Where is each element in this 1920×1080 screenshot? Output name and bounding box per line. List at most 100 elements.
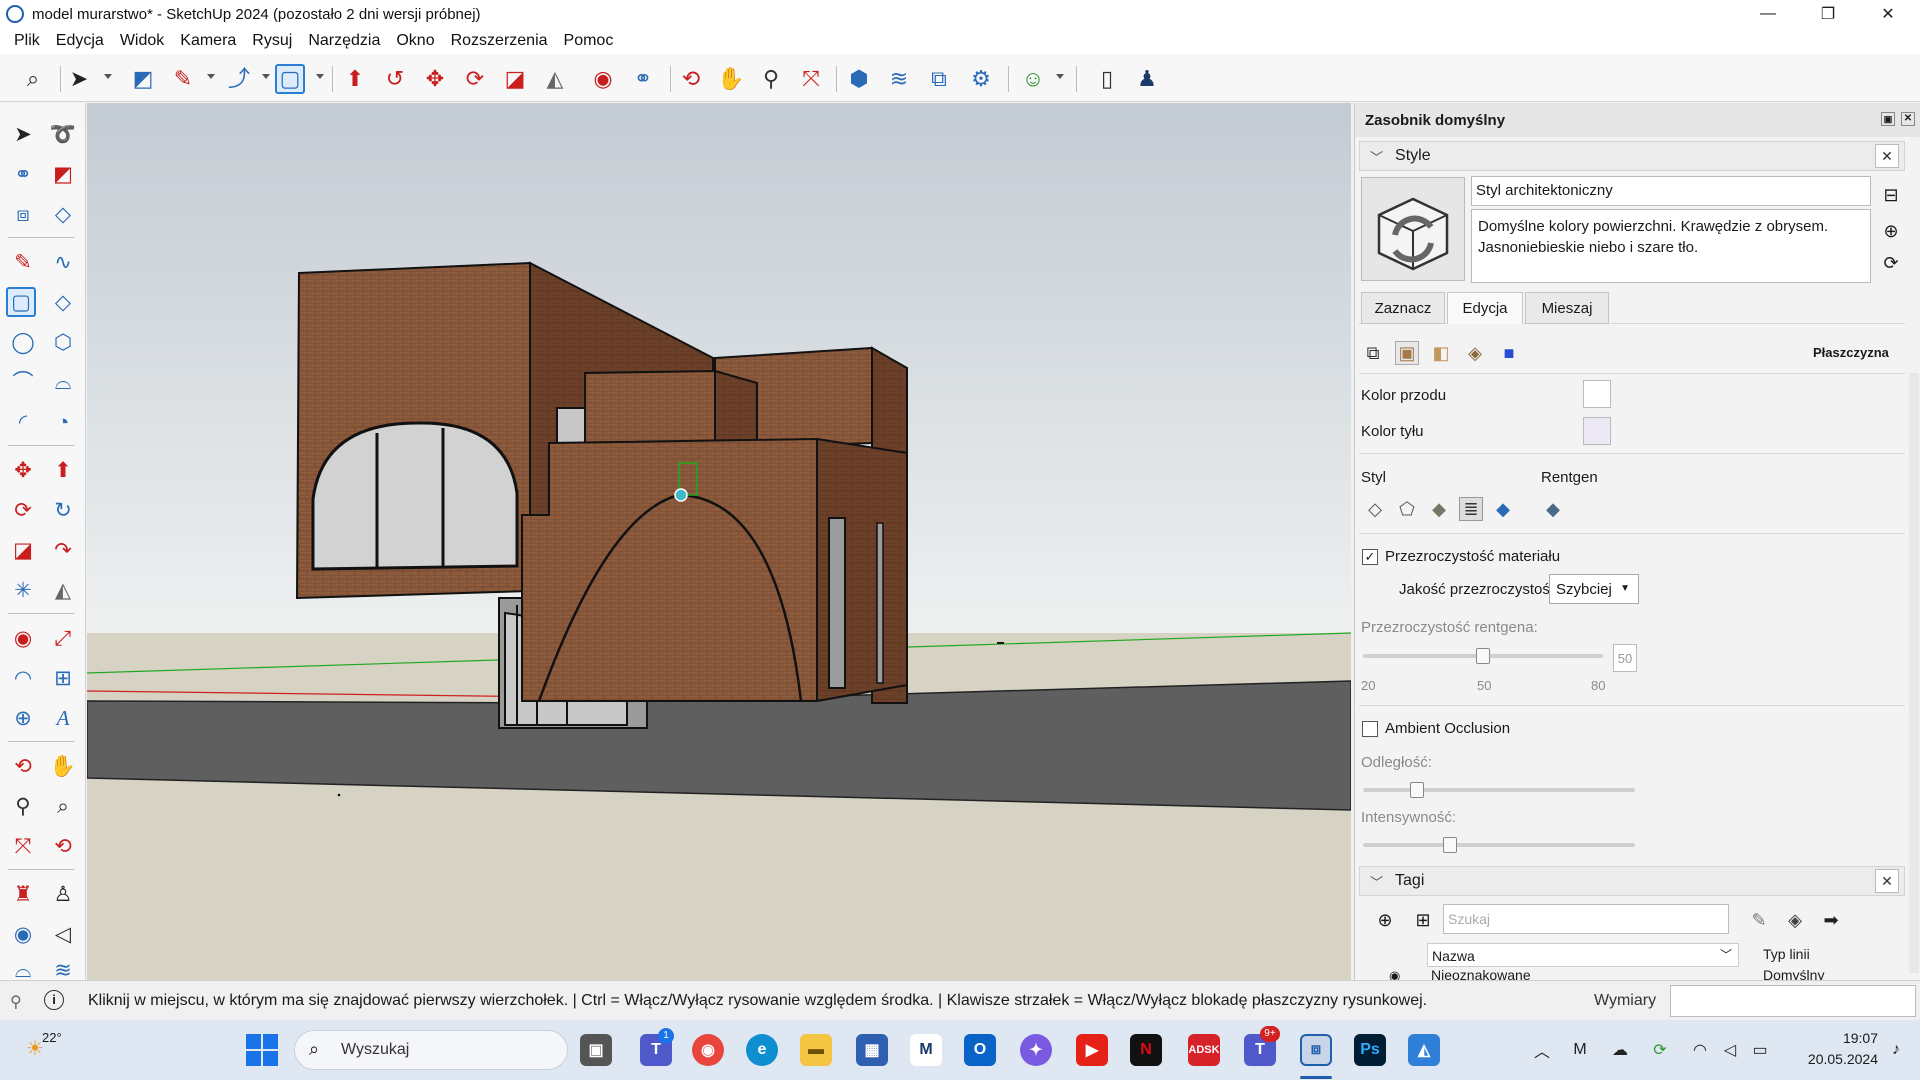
style-name-input[interactable]: Styl architektoniczny (1471, 176, 1871, 206)
section-plane-icon[interactable]: ◁ (48, 919, 78, 949)
layout-icon[interactable]: ⧉ (924, 64, 954, 94)
sync-icon[interactable]: ⟳ (1648, 1038, 1672, 1062)
tray-scrollbar[interactable] (1909, 373, 1919, 973)
arc-tool-icon[interactable]: ⌒ (8, 367, 38, 397)
back-color-swatch[interactable] (1583, 417, 1611, 445)
save-style-icon[interactable]: ⊟ (1879, 183, 1903, 207)
geo-location-icon[interactable]: ⚲ (10, 992, 22, 1012)
pan-hand-icon[interactable]: ✋ (716, 64, 746, 94)
pin-icon[interactable]: ▣ (1881, 112, 1895, 126)
add-user-icon[interactable]: ♟ (1132, 64, 1162, 94)
select-tool-icon[interactable]: ➤ (64, 64, 94, 94)
color-by-tag-icon[interactable]: ◈ (1783, 908, 1807, 932)
photoshop-icon[interactable]: Ps (1354, 1034, 1386, 1066)
orbit-icon[interactable]: ⟲ (8, 751, 38, 781)
monday-icon[interactable]: M (910, 1034, 942, 1066)
minimize-button[interactable]: — (1740, 0, 1796, 28)
push-pull-icon[interactable]: ⬆ (340, 64, 370, 94)
three-point-arc-icon[interactable]: ◜ (8, 407, 38, 437)
shaded-icon[interactable]: ◆ (1427, 497, 1451, 521)
monday-tray-icon[interactable]: M (1568, 1038, 1592, 1062)
text-tool-icon[interactable]: ⊞ (48, 663, 78, 693)
offset-tool-icon[interactable]: ↷ (48, 535, 78, 565)
close-button[interactable]: ✕ (1860, 0, 1916, 28)
menu-help[interactable]: Pomoc (556, 32, 622, 50)
file-explorer-icon[interactable]: ▬ (800, 1034, 832, 1066)
flip-tool-icon[interactable]: ◭ (540, 64, 570, 94)
chevron-down-icon[interactable] (1056, 74, 1064, 79)
eraser-tool-icon[interactable]: ◩ (128, 64, 158, 94)
hidden-line-icon[interactable]: ⬠ (1395, 497, 1419, 521)
taskbar-time[interactable]: 19:07 (1794, 1030, 1878, 1046)
wireframe-icon[interactable]: ◇ (1363, 497, 1387, 521)
front-color-swatch[interactable] (1583, 380, 1611, 408)
tag-tool-icon[interactable]: ◇ (48, 199, 78, 229)
visibility-eye-icon[interactable]: ◉ (1389, 969, 1400, 980)
netflix-icon[interactable]: N (1130, 1034, 1162, 1066)
tags-section-header[interactable]: ﹀ Tagi (1359, 866, 1905, 896)
update-style-icon[interactable]: ⟳ (1879, 251, 1903, 275)
tags-search-input[interactable]: Szukaj (1443, 904, 1729, 934)
rectangle-tool-icon[interactable]: ▢ (275, 64, 305, 94)
menu-extensions[interactable]: Rozszerzenia (443, 32, 556, 50)
tab-edit[interactable]: Edycja (1447, 292, 1523, 324)
measurements-input[interactable] (1670, 985, 1916, 1017)
wifi-icon[interactable]: ◠ (1688, 1038, 1712, 1062)
info-icon[interactable]: i (44, 990, 64, 1010)
axes-icon[interactable]: ⊕ (8, 703, 38, 733)
tape-measure-icon[interactable]: ◉ (588, 64, 618, 94)
flip-tool-icon[interactable]: ◭ (48, 575, 78, 605)
zoom-icon[interactable]: ⚲ (8, 791, 38, 821)
arc-tool-icon[interactable]: ⤴ (224, 64, 254, 94)
chevron-down-icon[interactable]: ﹀ (1370, 147, 1383, 166)
chevron-down-icon[interactable]: ﹀ (1370, 872, 1383, 891)
zoom-icon[interactable]: ⚲ (756, 64, 786, 94)
new-file-icon[interactable]: ▯ (1092, 64, 1122, 94)
account-icon[interactable]: ☺ (1018, 64, 1048, 94)
orbit-icon[interactable]: ⟲ (676, 64, 706, 94)
maximize-button[interactable]: ❐ (1800, 0, 1856, 28)
lasso-select-icon[interactable]: ➰ (48, 119, 78, 149)
face-settings-icon[interactable]: ▣ (1395, 341, 1419, 365)
distance-slider-thumb[interactable] (1410, 782, 1425, 798)
xray-icon[interactable]: ◆ (1541, 497, 1565, 521)
pencil-tool-icon[interactable]: ✎ (168, 64, 198, 94)
scale-tool-icon[interactable]: ◪ (8, 535, 38, 565)
position-camera-icon[interactable]: ♜ (8, 879, 38, 909)
background-settings-icon[interactable]: ◧ (1429, 341, 1453, 365)
onedrive-icon[interactable]: ☁ (1608, 1038, 1632, 1062)
move-tool-icon[interactable]: ✥ (8, 455, 38, 485)
extension-warehouse-icon[interactable]: ≋ (884, 64, 914, 94)
menu-draw[interactable]: Rysuj (244, 32, 300, 50)
copilot-icon[interactable]: ✦ (1020, 1034, 1052, 1066)
search-icon[interactable]: ⌕ (18, 64, 48, 94)
store-icon[interactable]: ▦ (856, 1034, 888, 1066)
transparency-checkbox[interactable]: ✓ (1362, 549, 1378, 565)
zoom-extents-icon[interactable]: ⤧ (8, 831, 38, 861)
rectangle-tool-icon[interactable]: ▢ (6, 287, 36, 317)
menu-view[interactable]: Widok (112, 32, 172, 50)
line-tool-icon[interactable]: ✎ (8, 247, 38, 277)
chevron-up-icon[interactable]: ︿ (1530, 1038, 1554, 1062)
youtube-icon[interactable]: ▶ (1076, 1034, 1108, 1066)
tag-details-icon[interactable]: ➡ (1819, 908, 1843, 932)
look-around-icon[interactable]: ◉ (8, 919, 38, 949)
edge-settings-icon[interactable]: ⧉ (1361, 341, 1385, 365)
warehouse-icon[interactable]: ⬢ (844, 64, 874, 94)
circle-tool-icon[interactable]: ◯ (8, 327, 38, 357)
two-point-arc-icon[interactable]: ⌓ (48, 367, 78, 397)
rotate-tool-icon[interactable]: ⟳ (460, 64, 490, 94)
close-styles-icon[interactable]: ✕ (1875, 144, 1899, 168)
freehand-tool-icon[interactable]: ∿ (48, 247, 78, 277)
zoom-window-icon[interactable]: ⌕ (48, 791, 78, 821)
add-tag-icon[interactable]: ⊕ (1373, 908, 1397, 932)
push-pull-icon[interactable]: ⬆ (48, 455, 78, 485)
scale-tool-icon[interactable]: ◪ (500, 64, 530, 94)
outlook-icon[interactable]: O (964, 1034, 996, 1066)
watermark-settings-icon[interactable]: ◈ (1463, 341, 1487, 365)
component-icon[interactable]: ⧈ (8, 199, 38, 229)
chrome-icon[interactable]: ◉ (692, 1034, 724, 1066)
model-viewport[interactable] (87, 103, 1351, 980)
sketchup-taskbar-icon[interactable]: ⧈ (1300, 1034, 1332, 1066)
polygon-tool-icon[interactable]: ⬡ (48, 327, 78, 357)
